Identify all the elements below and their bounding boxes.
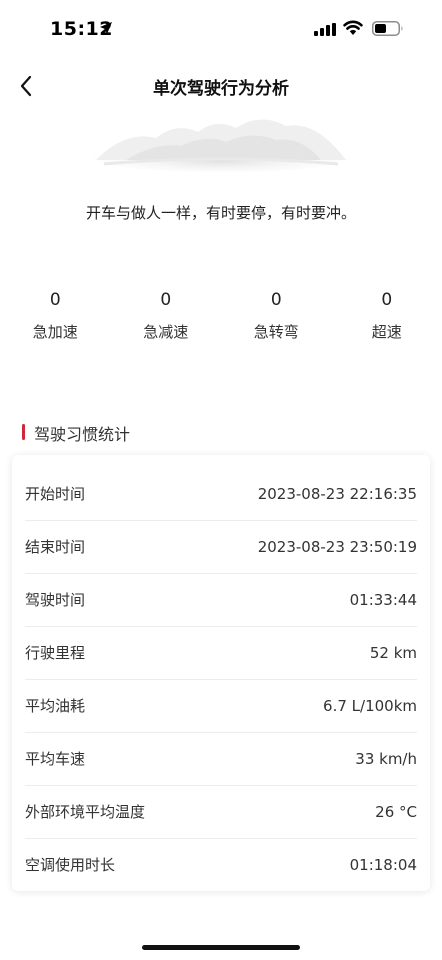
- location-arrow-icon: [100, 22, 112, 34]
- detail-label: 外部环境平均温度: [25, 803, 146, 821]
- status-bar: 15:12: [0, 0, 442, 58]
- slogan-text: 开车与做人一样，有时要停，有时要冲。: [85, 204, 356, 222]
- detail-label: 开始时间: [25, 485, 86, 503]
- navigation-bar: 单次驾驶行为分析: [0, 64, 442, 108]
- home-indicator[interactable]: [142, 945, 300, 950]
- detail-value: 2023-08-23 22:16:35: [257, 484, 417, 503]
- wifi-icon: [343, 20, 363, 35]
- detail-label: 空调使用时长: [25, 856, 116, 874]
- detail-row-fuel-consumption: 平均油耗 6.7 L/100km: [25, 679, 417, 733]
- stat-label: 急减速: [143, 323, 189, 341]
- stat-value: 0: [49, 290, 61, 310]
- driving-event-stats: 0 急加速 0 急减速 0 急转弯 0 超速: [0, 287, 442, 347]
- detail-label: 平均油耗: [25, 697, 86, 715]
- stat-hard-braking: 0 急减速: [111, 287, 222, 347]
- detail-value: 6.7 L/100km: [323, 696, 417, 715]
- detail-value: 01:18:04: [349, 855, 417, 874]
- detail-label: 驾驶时间: [25, 591, 86, 609]
- detail-row-ac-duration: 空调使用时长 01:18:04: [25, 838, 417, 891]
- stat-label: 超速: [371, 323, 402, 341]
- stat-sharp-turn: 0 急转弯: [221, 287, 332, 347]
- stat-value: 0: [381, 290, 393, 310]
- detail-row-mileage: 行驶里程 52 km: [25, 626, 417, 680]
- detail-value: 52 km: [369, 643, 417, 662]
- battery-icon: [372, 21, 403, 36]
- page-title: 单次驾驶行为分析: [153, 79, 289, 99]
- stat-label: 急转弯: [253, 323, 299, 341]
- detail-row-driving-duration: 驾驶时间 01:33:44: [25, 573, 417, 627]
- driving-habits-card: 开始时间 2023-08-23 22:16:35 结束时间 2023-08-23…: [12, 455, 430, 891]
- detail-value: 01:33:44: [349, 590, 417, 609]
- detail-value: 2023-08-23 23:50:19: [257, 537, 417, 556]
- cellular-signal-icon: [314, 23, 336, 36]
- stat-value: 0: [270, 290, 282, 310]
- stat-label: 急加速: [32, 323, 78, 341]
- stat-hard-acceleration: 0 急加速: [0, 287, 111, 347]
- detail-row-average-speed: 平均车速 33 km/h: [25, 732, 417, 786]
- detail-row-start-time: 开始时间 2023-08-23 22:16:35: [25, 467, 417, 521]
- detail-row-outside-temperature: 外部环境平均温度 26 °C: [25, 785, 417, 839]
- detail-value: 26 °C: [375, 802, 417, 821]
- detail-label: 平均车速: [25, 750, 86, 768]
- detail-label: 行驶里程: [25, 644, 86, 662]
- detail-value: 33 km/h: [355, 749, 417, 768]
- detail-label: 结束时间: [25, 538, 86, 556]
- detail-row-end-time: 结束时间 2023-08-23 23:50:19: [25, 520, 417, 574]
- mountain-illustration: [91, 119, 351, 172]
- stat-value: 0: [160, 290, 172, 310]
- stat-speeding: 0 超速: [332, 287, 442, 347]
- section-title: 驾驶习惯统计: [34, 425, 131, 444]
- section-accent-bar: [22, 424, 25, 440]
